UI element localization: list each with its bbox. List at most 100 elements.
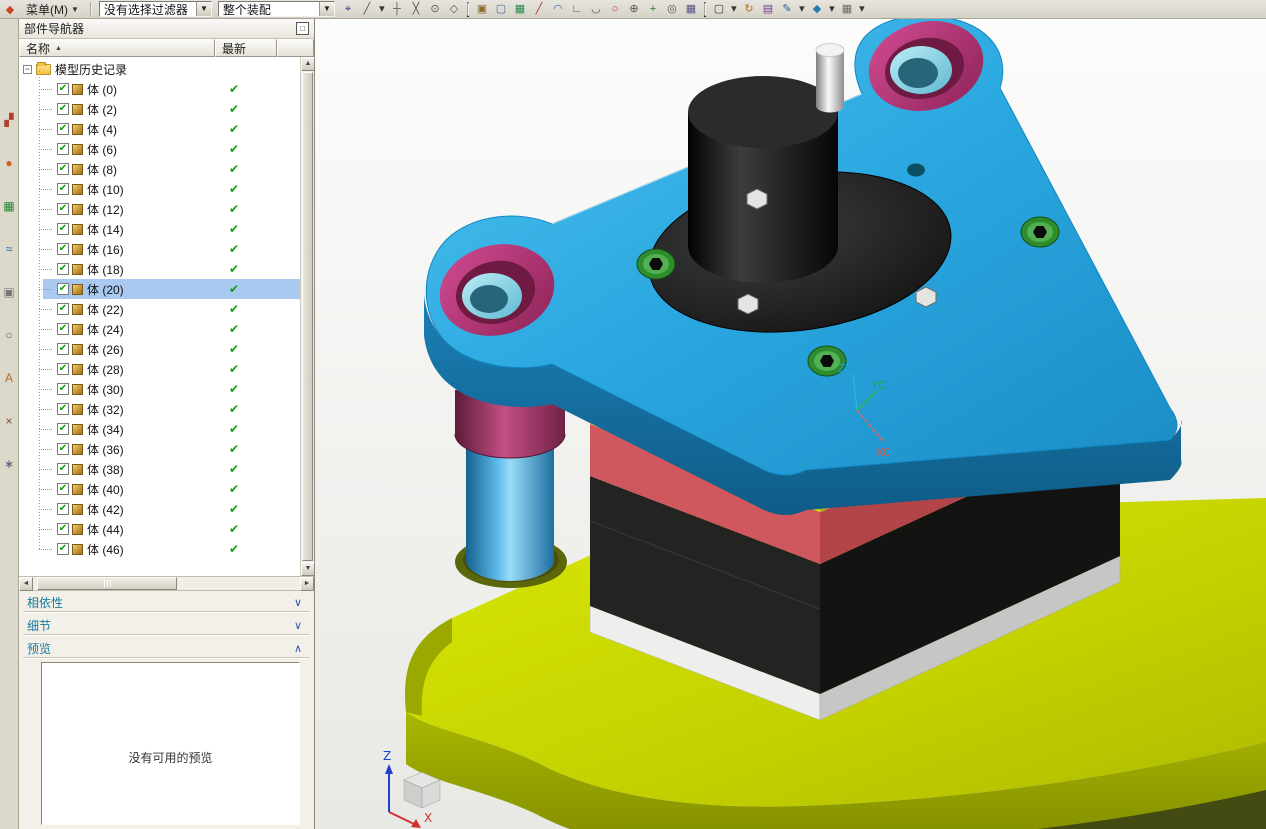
sketch-point[interactable]: + <box>644 1 662 18</box>
fit-view[interactable]: ▢ <box>710 1 728 18</box>
more-dropdown[interactable]: ▾ <box>857 1 867 18</box>
visibility-checkbox[interactable]: ✔ <box>57 263 69 275</box>
web-browser[interactable]: ○ <box>1 326 18 343</box>
tree-row[interactable]: ✔ 体 (26) ✔ <box>19 339 300 359</box>
snap-midpoint[interactable]: ┼ <box>388 1 406 18</box>
show-wireframe[interactable]: ▢ <box>492 1 510 18</box>
snap-arc-center[interactable]: ⊙ <box>426 1 444 18</box>
display-dropdown[interactable]: ▾ <box>797 1 807 18</box>
edit-object-display[interactable]: ✎ <box>778 1 796 18</box>
tree-row[interactable]: ✔ 体 (0) ✔ <box>19 79 300 99</box>
section-dependencies[interactable]: 相依性 ∨ <box>19 591 314 614</box>
shaded-dropdown[interactable]: ▾ <box>827 1 837 18</box>
scroll-down-button[interactable]: ▼ <box>301 562 315 576</box>
tree-row[interactable]: ✔ 体 (4) ✔ <box>19 119 300 139</box>
tree-vertical-scrollbar[interactable]: ▲ ▼ <box>300 57 315 576</box>
snap-quadrant[interactable]: ◇ <box>445 1 463 18</box>
selection-filter-dropdown-icon[interactable]: ▼ <box>195 2 211 16</box>
roles-palette[interactable]: A <box>1 369 18 386</box>
visibility-checkbox[interactable]: ✔ <box>57 423 69 435</box>
sketch-circle[interactable]: ○ <box>606 1 624 18</box>
visibility-checkbox[interactable]: ✔ <box>57 343 69 355</box>
chevron-down-icon[interactable]: ∨ <box>294 619 302 632</box>
panel-float-button[interactable]: □ <box>296 22 309 35</box>
tree-row[interactable]: ✔ 体 (24) ✔ <box>19 319 300 339</box>
visibility-checkbox[interactable]: ✔ <box>57 503 69 515</box>
orient-view-dropdown[interactable]: ▾ <box>729 1 739 18</box>
visibility-checkbox[interactable]: ✔ <box>57 463 69 475</box>
visibility-checkbox[interactable]: ✔ <box>57 123 69 135</box>
tree-row[interactable]: ✔ 体 (40) ✔ <box>19 479 300 499</box>
visibility-checkbox[interactable]: ✔ <box>57 83 69 95</box>
section-preview[interactable]: 预览 ∧ <box>19 637 314 660</box>
shank-pin[interactable] <box>815 43 845 113</box>
sketch-line[interactable]: ╱ <box>530 1 548 18</box>
assembly-navigator[interactable]: ≈ <box>1 240 18 257</box>
tree-row[interactable]: ✔ 体 (16) ✔ <box>19 239 300 259</box>
visibility-checkbox[interactable]: ✔ <box>57 143 69 155</box>
scroll-up-button[interactable]: ▲ <box>301 57 315 71</box>
scroll-left-button[interactable]: ◄ <box>19 577 33 591</box>
visibility-checkbox[interactable]: ✔ <box>57 163 69 175</box>
tree-row[interactable]: ✔ 体 (2) ✔ <box>19 99 300 119</box>
selection-scope-combobox[interactable]: 整个装配 ▼ <box>217 1 335 17</box>
sketch-ellipse[interactable]: ◎ <box>663 1 681 18</box>
selection-filter-combobox[interactable]: 没有选择过滤器 ▼ <box>98 1 212 17</box>
visibility-checkbox[interactable]: ✔ <box>57 383 69 395</box>
visibility-checkbox[interactable]: ✔ <box>57 543 69 555</box>
color-role[interactable]: ▦ <box>511 1 529 18</box>
graphics-viewport[interactable]: ZC YC XC Z X <box>315 19 1266 829</box>
layer-settings[interactable]: ▤ <box>759 1 777 18</box>
tree-row[interactable]: ✔ 体 (8) ✔ <box>19 159 300 179</box>
tree-root-row[interactable]: − 模型历史记录 <box>19 59 300 79</box>
visibility-checkbox[interactable]: ✔ <box>57 523 69 535</box>
snap-intersection[interactable]: ╳ <box>407 1 425 18</box>
column-header-latest[interactable]: 最新 <box>215 39 277 57</box>
tree-horizontal-scrollbar[interactable]: ◄ ► <box>19 577 314 591</box>
horizontal-scroll-track[interactable] <box>33 577 300 590</box>
visibility-checkbox[interactable]: ✔ <box>57 303 69 315</box>
tree-row[interactable]: ✔ 体 (42) ✔ <box>19 499 300 519</box>
history-palette[interactable]: ▞ <box>1 111 18 128</box>
vertical-scroll-thumb[interactable] <box>302 72 313 561</box>
sketch-fillet[interactable]: ◡ <box>587 1 605 18</box>
tree-row[interactable]: ✔ 体 (28) ✔ <box>19 359 300 379</box>
collapse-icon[interactable]: − <box>23 64 32 74</box>
more-display[interactable]: ▦ <box>838 1 856 18</box>
visibility-checkbox[interactable]: ✔ <box>57 103 69 115</box>
tree-row[interactable]: ✔ 体 (46) ✔ <box>19 539 300 559</box>
tree-row[interactable]: ✔ 体 (12) ✔ <box>19 199 300 219</box>
visibility-checkbox[interactable]: ✔ <box>57 323 69 335</box>
shank-cylinder-body[interactable] <box>688 76 838 283</box>
shaded-view[interactable]: ◆ <box>808 1 826 18</box>
tree-row[interactable]: ✔ 体 (32) ✔ <box>19 399 300 419</box>
refresh-view[interactable]: ↻ <box>740 1 758 18</box>
tree-row[interactable]: ✔ 体 (6) ✔ <box>19 139 300 159</box>
column-header-name[interactable]: 名称 ▲ <box>19 39 215 57</box>
constraint-navigator[interactable]: ▣ <box>1 283 18 300</box>
show-solid[interactable]: ▣ <box>473 1 491 18</box>
snap-point[interactable]: ⌖ <box>339 1 357 18</box>
menu-button[interactable]: 菜单(M) ▼ <box>20 1 85 18</box>
tree-row[interactable]: ✔ 体 (34) ✔ <box>19 419 300 439</box>
visibility-checkbox[interactable]: ✔ <box>57 403 69 415</box>
visibility-checkbox[interactable]: ✔ <box>57 183 69 195</box>
sketch-profile[interactable]: ∟ <box>568 1 586 18</box>
tree-row[interactable]: ✔ 体 (14) ✔ <box>19 219 300 239</box>
visibility-checkbox[interactable]: ✔ <box>57 483 69 495</box>
sketch-arc[interactable]: ◠ <box>549 1 567 18</box>
horizontal-scroll-thumb[interactable] <box>37 577 177 590</box>
tree-row[interactable]: ✔ 体 (38) ✔ <box>19 459 300 479</box>
snap-options-dropdown[interactable]: ▾ <box>377 1 387 18</box>
visibility-checkbox[interactable]: ✔ <box>57 363 69 375</box>
tree-row[interactable]: ✔ 体 (20) ✔ <box>19 279 300 299</box>
snap-endpoint[interactable]: ╱ <box>358 1 376 18</box>
close-palette[interactable]: × <box>1 412 18 429</box>
section-details[interactable]: 细节 ∨ <box>19 614 314 637</box>
visibility-checkbox[interactable]: ✔ <box>57 203 69 215</box>
tree-row[interactable]: ✔ 体 (10) ✔ <box>19 179 300 199</box>
pattern-grid[interactable]: ▦ <box>682 1 700 18</box>
visibility-checkbox[interactable]: ✔ <box>57 443 69 455</box>
part-navigator[interactable]: ▦ <box>1 197 18 214</box>
tools-palette[interactable]: ∗ <box>1 455 18 472</box>
